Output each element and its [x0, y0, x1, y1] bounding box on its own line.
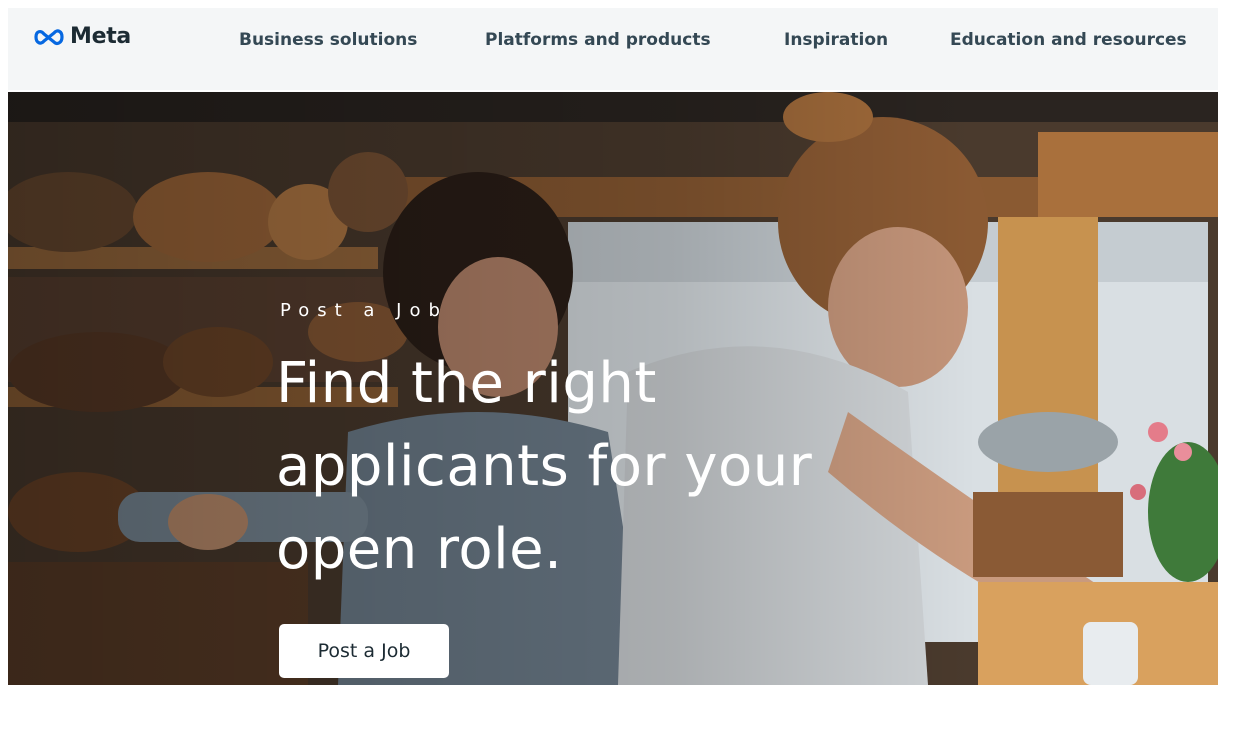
nav-platforms-and-products[interactable]: Platforms and products [485, 30, 711, 50]
logo-text: Meta [70, 24, 131, 49]
hero-banner: Post a Job Find the right applicants for… [8, 92, 1218, 685]
nav-inspiration[interactable]: Inspiration [784, 30, 888, 50]
hero-headline: Find the right applicants for your open … [276, 351, 813, 582]
nav-education-and-resources[interactable]: Education and resources [950, 30, 1187, 50]
hero-eyebrow: Post a Job [280, 300, 448, 321]
meta-logo[interactable]: Meta [32, 24, 131, 49]
top-navigation-bar: Meta Business solutions Platforms and pr… [8, 8, 1218, 90]
meta-infinity-icon [34, 28, 64, 45]
nav-business-solutions[interactable]: Business solutions [239, 30, 417, 50]
post-a-job-button[interactable]: Post a Job [279, 624, 449, 678]
